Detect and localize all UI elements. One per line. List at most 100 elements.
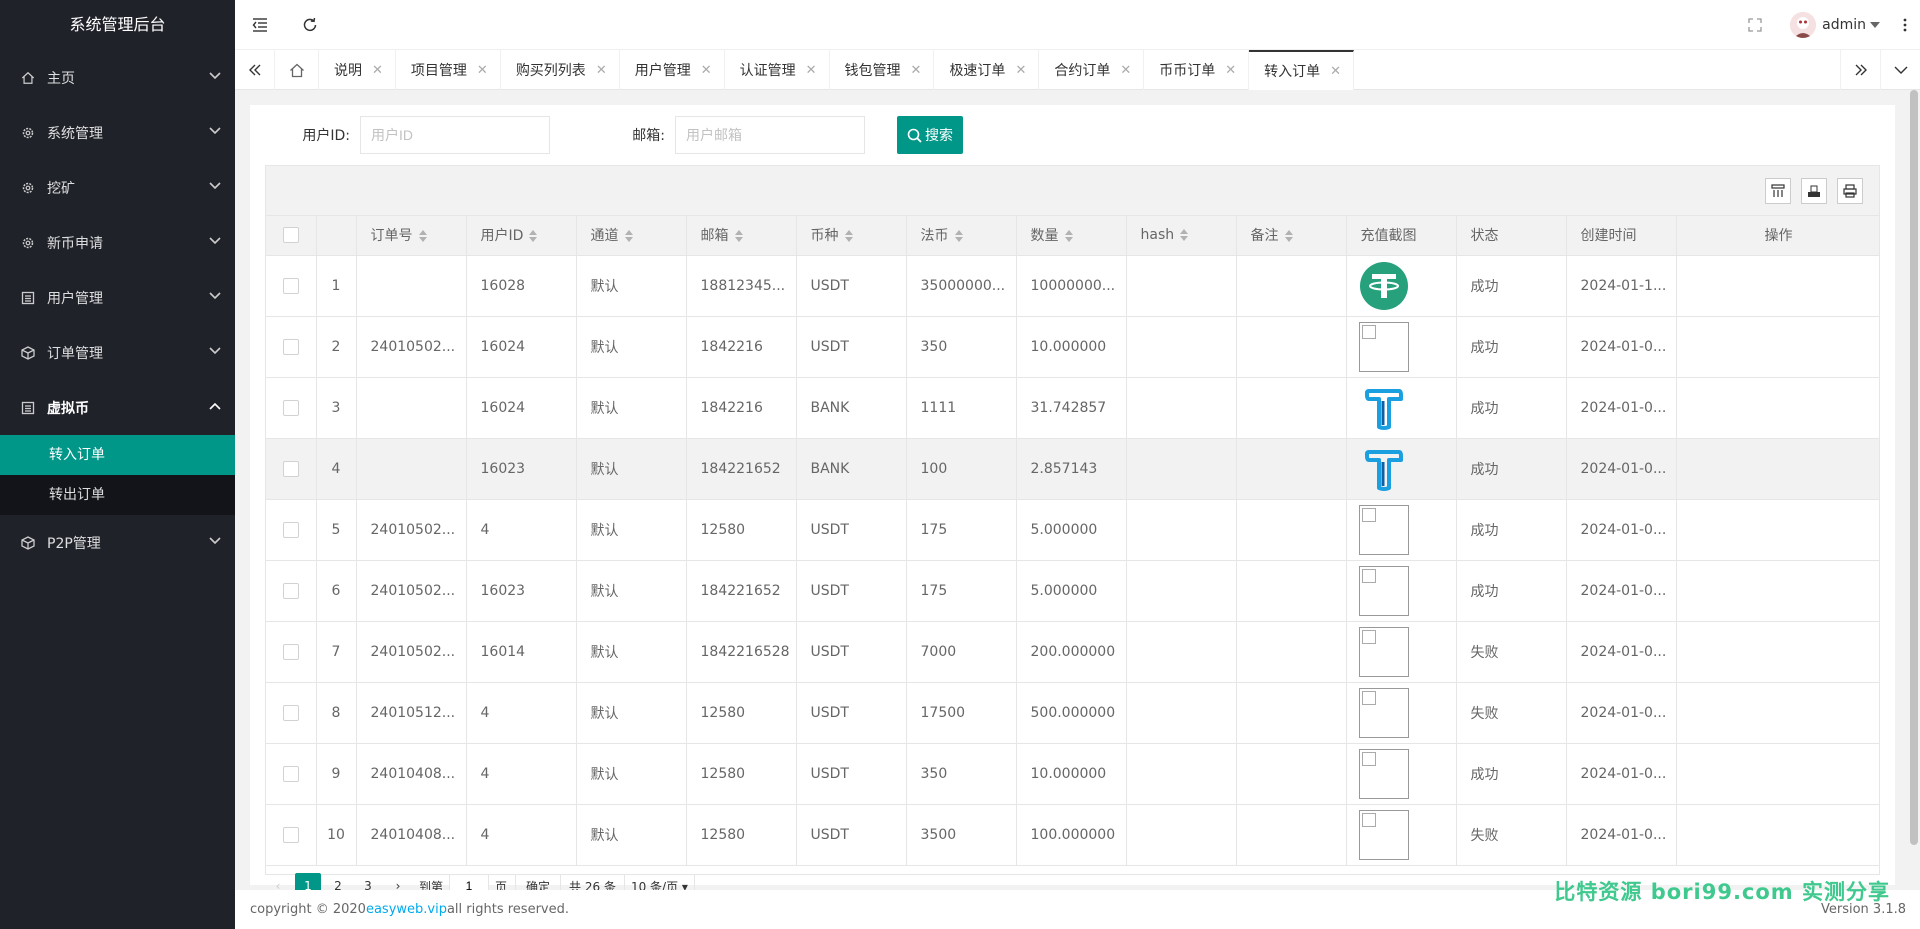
column-header[interactable]: 操作: [1676, 216, 1879, 256]
cell-screenshot[interactable]: [1346, 621, 1457, 683]
table-row[interactable]: 8 24010512... 4 默认 12580 USDT 17500 500.000000 失…: [266, 682, 1879, 744]
cell-screenshot[interactable]: [1346, 377, 1457, 439]
sidebar-item-orders[interactable]: 订单管理: [0, 325, 235, 380]
table-row[interactable]: 2 24010502... 16024 默认 1842216 USDT 350 10.0000…: [266, 316, 1879, 378]
cell-screenshot[interactable]: [1346, 682, 1457, 744]
cell-screenshot[interactable]: [1346, 255, 1457, 317]
column-header[interactable]: 用户ID: [466, 216, 577, 256]
row-checkbox[interactable]: [282, 399, 299, 416]
sidebar-subitem-deposit-orders[interactable]: 转入订单: [0, 435, 235, 475]
sidebar-item-home[interactable]: 主页: [0, 50, 235, 105]
table-row[interactable]: 3 16024 默认 1842216 BANK 1111 31.742857 成功 2024-0…: [266, 377, 1879, 439]
table-row[interactable]: 5 24010502... 4 默认 12580 USDT 175 5.000000 成功 202…: [266, 499, 1879, 561]
row-checkbox[interactable]: [282, 338, 299, 355]
column-header[interactable]: 订单号: [356, 216, 467, 256]
close-icon[interactable]: ✕: [596, 63, 607, 78]
cell-screenshot[interactable]: [1346, 499, 1457, 561]
close-icon[interactable]: ✕: [372, 63, 383, 78]
collapse-menu-button[interactable]: [235, 0, 285, 50]
table-row[interactable]: 9 24010408... 4 默认 12580 USDT 350 10.000000 成功 20…: [266, 743, 1879, 805]
cell-screenshot[interactable]: [1346, 804, 1457, 866]
tabs-scroll-left-button[interactable]: [235, 50, 275, 90]
tab-8[interactable]: 合约订单 ✕: [1039, 50, 1145, 90]
columns-filter-button[interactable]: [1765, 177, 1791, 204]
more-menu-button[interactable]: [1890, 0, 1920, 50]
tab-7[interactable]: 极速订单 ✕: [934, 50, 1040, 90]
cell-screenshot[interactable]: [1346, 560, 1457, 622]
email-input[interactable]: [675, 116, 865, 154]
row-checkbox[interactable]: [282, 582, 299, 599]
user-id-input[interactable]: [360, 116, 550, 154]
table-row[interactable]: 1 16028 默认 18812345... USDT 35000000... 100000…: [266, 255, 1879, 317]
tab-4[interactable]: 用户管理 ✕: [620, 50, 725, 90]
sidebar-item-virtual-coin[interactable]: 虚拟币: [0, 380, 235, 435]
table-row[interactable]: 10 24010408... 4 默认 12580 USDT 3500 100.000000 失…: [266, 804, 1879, 866]
column-header[interactable]: 充值截图: [1346, 216, 1457, 256]
sort-icon[interactable]: [1180, 229, 1189, 242]
close-icon[interactable]: ✕: [1225, 63, 1236, 78]
tabs-scroll-right-button[interactable]: [1840, 50, 1880, 90]
sidebar-subitem-withdraw-orders[interactable]: 转出订单: [0, 475, 235, 515]
column-header[interactable]: 币种: [796, 216, 907, 256]
row-checkbox[interactable]: [282, 765, 299, 782]
sort-icon[interactable]: [954, 230, 963, 243]
vertical-scrollbar[interactable]: [1910, 90, 1918, 845]
sort-icon[interactable]: [1064, 230, 1073, 243]
sort-icon[interactable]: [844, 230, 853, 243]
tab-3[interactable]: 购买列列表 ✕: [501, 50, 620, 90]
column-header[interactable]: 法币: [906, 216, 1017, 256]
tab-2[interactable]: 项目管理 ✕: [396, 50, 501, 90]
row-checkbox[interactable]: [282, 277, 299, 294]
column-header[interactable]: 状态: [1456, 216, 1567, 256]
tab-1[interactable]: 说明 ✕: [319, 50, 396, 90]
row-checkbox[interactable]: [282, 460, 299, 477]
sidebar-item-mining[interactable]: 挖矿: [0, 160, 235, 215]
cell-screenshot[interactable]: [1346, 316, 1457, 378]
table-row[interactable]: 7 24010502... 16014 默认 1842216528 USDT 7000 200…: [266, 621, 1879, 683]
column-header[interactable]: 数量: [1016, 216, 1127, 256]
tab-10[interactable]: 转入订单 ✕: [1249, 50, 1355, 90]
table-row[interactable]: 4 16023 默认 184221652 BANK 100 2.857143 成功 2024-0…: [266, 438, 1879, 500]
select-all-checkbox[interactable]: [282, 227, 299, 244]
sort-icon[interactable]: [418, 230, 427, 243]
sidebar-item-new-coin[interactable]: 新币申请: [0, 215, 235, 270]
tab-5[interactable]: 认证管理 ✕: [725, 50, 830, 90]
column-header[interactable]: 邮箱: [686, 216, 797, 256]
user-menu[interactable]: admin: [1780, 11, 1890, 38]
footer-link[interactable]: easyweb.vip: [366, 902, 447, 917]
close-icon[interactable]: ✕: [477, 63, 488, 78]
row-checkbox[interactable]: [282, 826, 299, 843]
column-header[interactable]: 通道: [576, 216, 687, 256]
refresh-button[interactable]: [285, 0, 335, 50]
tab-home[interactable]: [275, 50, 319, 90]
fullscreen-button[interactable]: [1730, 0, 1780, 50]
tab-9[interactable]: 币币订单 ✕: [1144, 50, 1250, 90]
cell-screenshot[interactable]: [1346, 743, 1457, 805]
sort-icon[interactable]: [1284, 230, 1293, 243]
sidebar-item-system[interactable]: 系统管理: [0, 105, 235, 160]
close-icon[interactable]: ✕: [1330, 64, 1341, 79]
print-button[interactable]: [1837, 177, 1863, 204]
row-checkbox[interactable]: [282, 643, 299, 660]
close-icon[interactable]: ✕: [1015, 63, 1026, 78]
close-icon[interactable]: ✕: [1120, 63, 1131, 78]
table-row[interactable]: 6 24010502... 16023 默认 184221652 USDT 175 5.000…: [266, 560, 1879, 622]
tab-6[interactable]: 钱包管理 ✕: [830, 50, 935, 90]
close-icon[interactable]: ✕: [911, 63, 922, 78]
column-header[interactable]: hash: [1126, 216, 1237, 256]
column-header[interactable]: 备注: [1236, 216, 1347, 256]
close-icon[interactable]: ✕: [806, 63, 817, 78]
sort-icon[interactable]: [734, 230, 743, 243]
sort-icon[interactable]: [624, 230, 633, 243]
cell-screenshot[interactable]: [1346, 438, 1457, 500]
row-checkbox[interactable]: [282, 704, 299, 721]
export-button[interactable]: [1801, 177, 1827, 204]
row-checkbox[interactable]: [282, 521, 299, 538]
close-icon[interactable]: ✕: [701, 63, 712, 78]
column-header[interactable]: 创建时间: [1566, 216, 1677, 256]
sidebar-item-p2p[interactable]: P2P管理: [0, 515, 235, 570]
tabs-menu-button[interactable]: [1880, 50, 1920, 90]
sidebar-item-users[interactable]: 用户管理: [0, 270, 235, 325]
sort-icon[interactable]: [529, 230, 538, 243]
search-button[interactable]: 搜索: [897, 116, 963, 154]
